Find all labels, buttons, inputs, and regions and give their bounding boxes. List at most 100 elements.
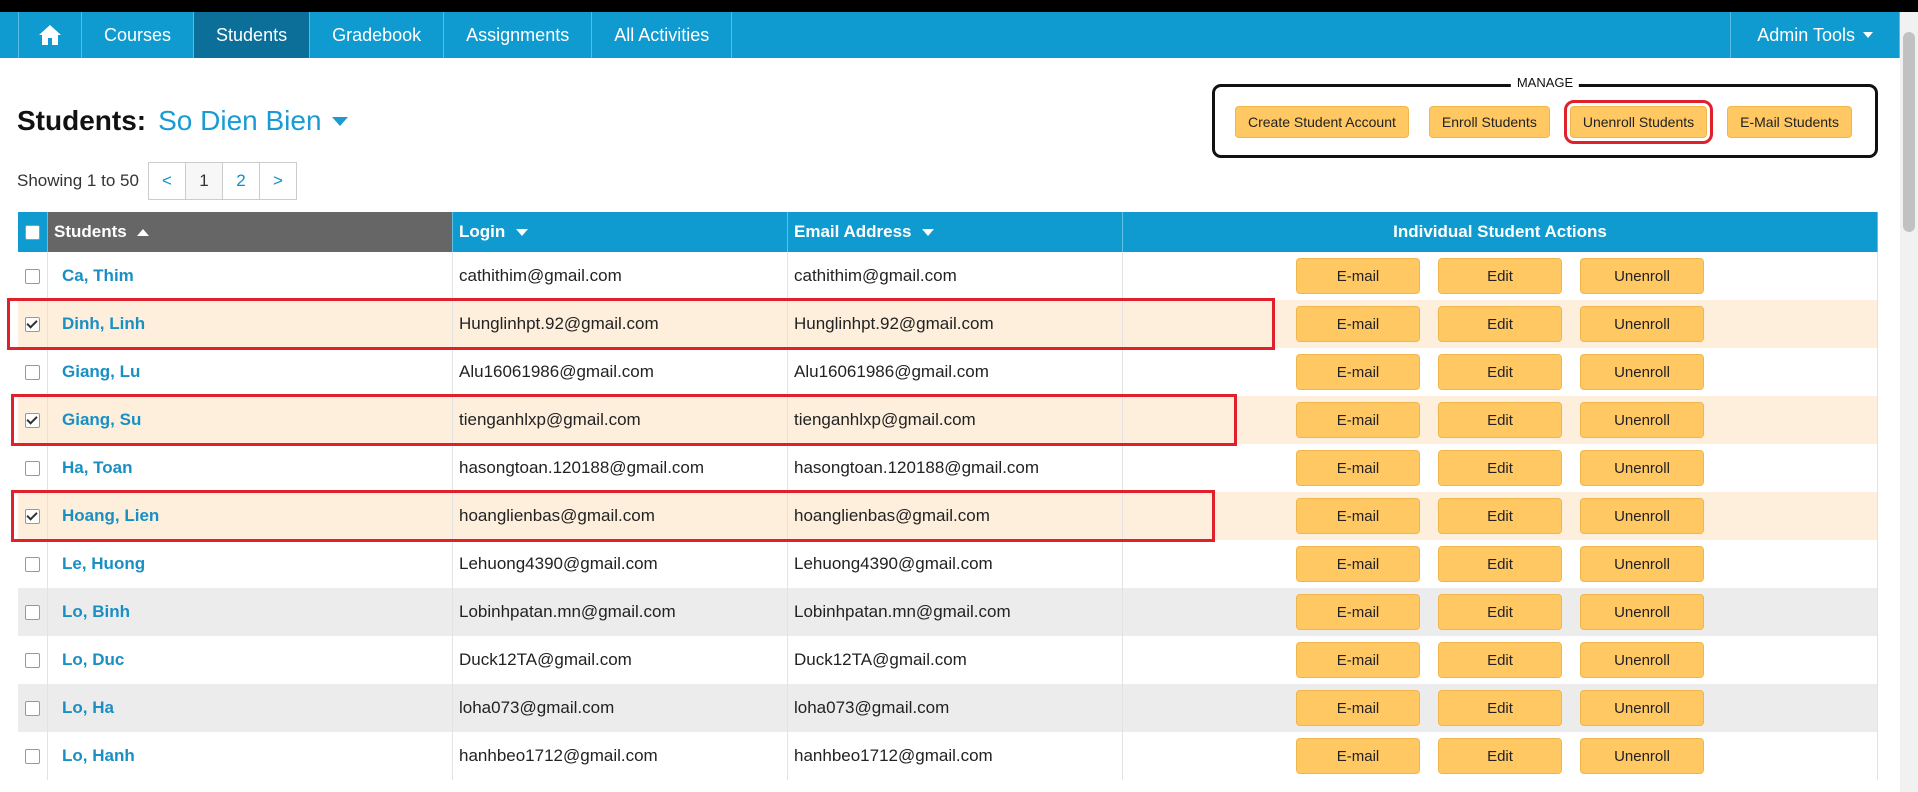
edit-student-button[interactable]: Edit [1438,402,1562,438]
email-student-button[interactable]: E-mail [1296,642,1420,678]
email-header-label: Email Address [794,222,912,241]
row-select-checkbox[interactable] [25,413,40,429]
row-select-checkbox[interactable] [25,557,40,573]
unenroll-student-button[interactable]: Unenroll [1580,690,1704,726]
edit-student-button[interactable]: Edit [1438,450,1562,486]
chevron-down-icon [331,116,348,126]
nav-courses[interactable]: Courses [82,12,195,58]
email-student-button[interactable]: E-mail [1296,690,1420,726]
edit-student-button[interactable]: Edit [1438,690,1562,726]
row-select-checkbox[interactable] [25,317,40,333]
row-select-checkbox[interactable] [25,749,40,765]
table-header-row: Students Login Email Address Individual … [18,212,1878,252]
row-select-cell [18,348,48,396]
admin-tools-label: Admin Tools [1757,24,1855,45]
student-name-link[interactable]: Ca, Thim [47,252,453,300]
row-select-checkbox[interactable] [25,269,40,285]
edit-student-button[interactable]: Edit [1438,258,1562,294]
student-email: tienganhlxp@gmail.com [787,396,1123,444]
create-student-account-button[interactable]: Create Student Account [1235,106,1409,138]
class-selector[interactable]: So Dien Bien [158,105,348,137]
pagination-prev[interactable]: < [147,162,186,200]
student-email: hanhbeo1712@gmail.com [787,732,1123,780]
pagination-page-2[interactable]: 2 [221,162,260,200]
student-login: loha073@gmail.com [452,684,788,732]
email-student-button[interactable]: E-mail [1296,738,1420,774]
edit-student-button[interactable]: Edit [1438,354,1562,390]
select-all-checkbox[interactable] [25,225,40,241]
email-student-button[interactable]: E-mail [1296,546,1420,582]
student-name-link[interactable]: Ha, Toan [47,444,453,492]
nav-assignments[interactable]: Assignments [444,12,593,58]
student-login: hanhbeo1712@gmail.com [452,732,788,780]
edit-student-button[interactable]: Edit [1438,738,1562,774]
email-student-button[interactable]: E-mail [1296,354,1420,390]
email-student-button[interactable]: E-mail [1296,306,1420,342]
student-login: tienganhlxp@gmail.com [452,396,788,444]
unenroll-student-button[interactable]: Unenroll [1580,402,1704,438]
student-name-link[interactable]: Giang, Lu [47,348,453,396]
email-student-button[interactable]: E-mail [1296,402,1420,438]
student-actions-cell: E-mail Edit Unenroll [1122,300,1878,348]
nav-all-activities[interactable]: All Activities [592,12,733,58]
row-select-cell [18,684,48,732]
edit-student-button[interactable]: Edit [1438,594,1562,630]
email-column-header[interactable]: Email Address [787,212,1123,252]
page-scrollbar[interactable] [1900,12,1918,792]
email-student-button[interactable]: E-mail [1296,594,1420,630]
student-name-link[interactable]: Dinh, Linh [47,300,453,348]
unenroll-student-button[interactable]: Unenroll [1580,642,1704,678]
row-select-checkbox[interactable] [25,509,40,525]
edit-student-button[interactable]: Edit [1438,642,1562,678]
row-select-checkbox[interactable] [25,605,40,621]
unenroll-student-button[interactable]: Unenroll [1580,594,1704,630]
edit-student-button[interactable]: Edit [1438,498,1562,534]
nav-gradebook[interactable]: Gradebook [310,12,445,58]
nav-admin-tools[interactable]: Admin Tools [1731,12,1900,58]
pagination-next[interactable]: > [258,162,297,200]
login-column-header[interactable]: Login [452,212,788,252]
email-student-button[interactable]: E-mail [1296,258,1420,294]
row-select-checkbox[interactable] [25,701,40,717]
nav-students[interactable]: Students [194,12,311,58]
unenroll-students-button[interactable]: Unenroll Students [1563,100,1714,144]
students-column-header[interactable]: Students [47,212,453,252]
student-name-link[interactable]: Giang, Su [47,396,453,444]
pagination-page-1[interactable]: 1 [184,162,223,200]
page-title-label: Students: [17,105,147,136]
row-select-cell [18,492,48,540]
unenroll-student-button[interactable]: Unenroll [1580,354,1704,390]
enroll-students-button[interactable]: Enroll Students [1428,106,1550,138]
email-student-button[interactable]: E-mail [1296,498,1420,534]
home-icon [39,25,61,45]
student-login: hasongtoan.120188@gmail.com [452,444,788,492]
row-select-cell [18,588,48,636]
student-actions-cell: E-mail Edit Unenroll [1122,252,1878,300]
students-header-label: Students [54,222,127,241]
email-student-button[interactable]: E-mail [1296,450,1420,486]
unenroll-student-button[interactable]: Unenroll [1580,546,1704,582]
unenroll-student-button[interactable]: Unenroll [1580,498,1704,534]
student-login: cathithim@gmail.com [452,252,788,300]
student-name-link[interactable]: Lo, Hanh [47,732,453,780]
student-name-link[interactable]: Hoang, Lien [47,492,453,540]
unenroll-student-button[interactable]: Unenroll [1580,306,1704,342]
scrollbar-thumb[interactable] [1903,32,1915,232]
edit-student-button[interactable]: Edit [1438,306,1562,342]
table-row: Ha, Toan hasongtoan.120188@gmail.com hason… [18,444,1878,492]
edit-student-button[interactable]: Edit [1438,546,1562,582]
unenroll-student-button[interactable]: Unenroll [1580,258,1704,294]
row-select-checkbox[interactable] [25,653,40,669]
student-name-link[interactable]: Lo, Ha [47,684,453,732]
student-name-link[interactable]: Lo, Duc [47,636,453,684]
student-name-link[interactable]: Le, Huong [47,540,453,588]
nav-spacer [732,12,1732,58]
unenroll-student-button[interactable]: Unenroll [1580,738,1704,774]
unenroll-student-button[interactable]: Unenroll [1580,450,1704,486]
nav-home[interactable] [18,12,82,58]
row-select-cell [18,540,48,588]
email-students-button[interactable]: E-Mail Students [1727,106,1852,138]
student-name-link[interactable]: Lo, Binh [47,588,453,636]
row-select-checkbox[interactable] [25,461,40,477]
row-select-checkbox[interactable] [25,365,40,381]
